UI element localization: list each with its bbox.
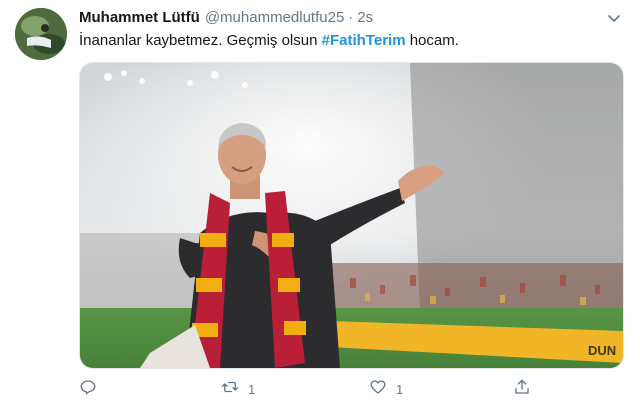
- header-separator: ·: [348, 9, 354, 26]
- user-handle[interactable]: @muhammedlutfu25: [205, 9, 344, 26]
- retweet-button[interactable]: 1: [221, 378, 255, 400]
- like-count: 1: [396, 381, 404, 397]
- timestamp[interactable]: 2s: [357, 9, 373, 26]
- tweet-actions: 1 1: [79, 378, 559, 400]
- tweet-photo[interactable]: DUN: [79, 62, 624, 369]
- heart-icon: [369, 378, 387, 401]
- tweet-card[interactable]: Muhammet Lütfü @muhammedlutfu25 · 2s İna…: [0, 0, 640, 410]
- reply-icon: [79, 378, 97, 401]
- avatar[interactable]: [15, 8, 67, 60]
- tweet-text: İnananlar kaybetmez. Geçmiş olsun #Fatih…: [79, 32, 459, 49]
- share-button[interactable]: [513, 378, 540, 400]
- chevron-down-icon[interactable]: [606, 10, 622, 26]
- reply-button[interactable]: [79, 378, 106, 400]
- display-name[interactable]: Muhammet Lütfü: [79, 9, 200, 26]
- tweet-header: Muhammet Lütfü @muhammedlutfu25 · 2s: [79, 9, 373, 29]
- retweet-count: 1: [248, 381, 256, 397]
- retweet-icon: [221, 378, 239, 401]
- tweet-text-tail: hocam.: [405, 32, 459, 49]
- share-icon: [513, 378, 531, 401]
- hashtag-link[interactable]: #FatihTerim: [322, 32, 406, 49]
- like-button[interactable]: 1: [369, 378, 403, 400]
- tweet-text-lead: İnananlar kaybetmez. Geçmiş olsun: [79, 32, 322, 49]
